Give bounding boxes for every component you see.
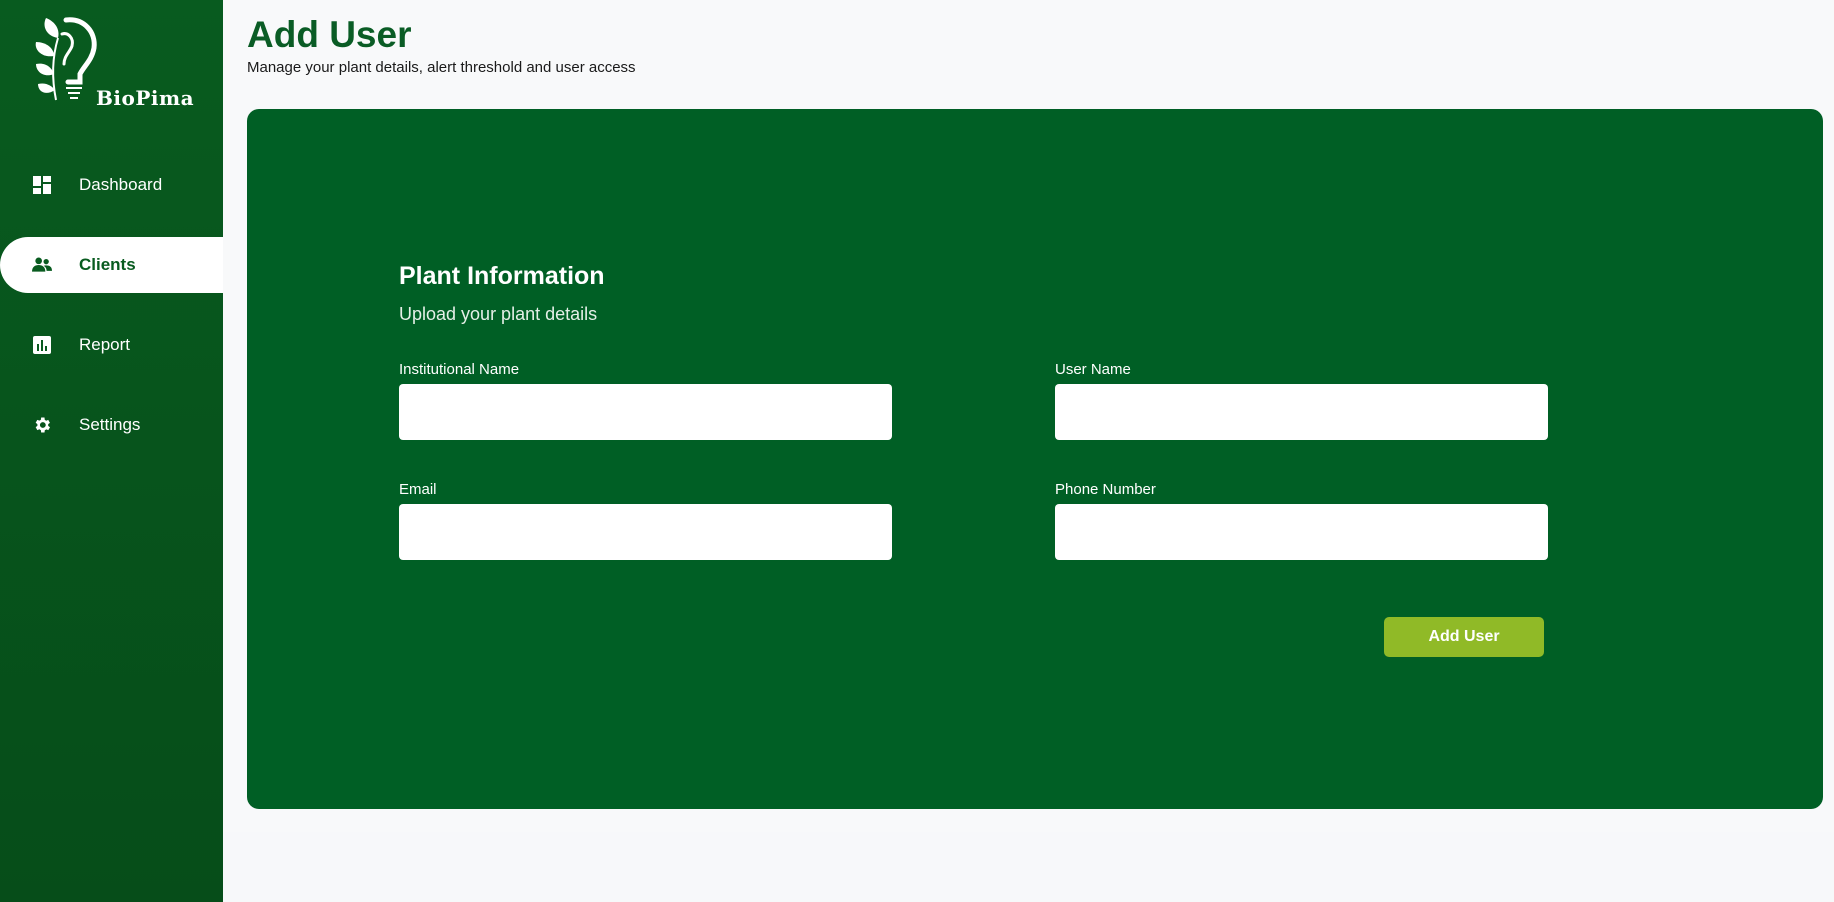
dashboard-icon bbox=[33, 176, 51, 194]
page-title: Add User bbox=[247, 14, 412, 55]
bar-chart-icon bbox=[33, 336, 51, 354]
sidebar-item-clients[interactable]: Clients bbox=[0, 237, 223, 293]
section-subtitle: Upload your plant details bbox=[399, 304, 598, 324]
email-input[interactable] bbox=[399, 504, 892, 560]
sidebar-item-report[interactable]: Report bbox=[0, 317, 223, 373]
page-subtitle: Manage your plant details, alert thresho… bbox=[247, 59, 636, 76]
plant-info-card: Plant Information Upload your plant deta… bbox=[247, 109, 1823, 809]
sidebar-item-settings[interactable]: Settings bbox=[0, 397, 223, 453]
add-user-button[interactable]: Add User bbox=[1384, 617, 1544, 657]
sidebar-item-label: Settings bbox=[79, 415, 141, 434]
brand-logo[interactable]: BioPima bbox=[22, 14, 195, 114]
sidebar-item-label: Clients bbox=[79, 255, 136, 274]
user-name-input[interactable] bbox=[1055, 384, 1548, 440]
sidebar-item-dashboard[interactable]: Dashboard bbox=[0, 157, 223, 213]
email-label: Email bbox=[399, 481, 437, 498]
institutional-name-label: Institutional Name bbox=[399, 361, 520, 378]
lightbulb-leaf-logo-icon bbox=[35, 17, 97, 101]
sidebar: BioPima Dashboard Clients Report Setting… bbox=[0, 0, 223, 902]
institutional-name-input[interactable] bbox=[399, 384, 892, 440]
app-root: BioPima Dashboard Clients Report Setting… bbox=[0, 0, 1834, 902]
gear-icon bbox=[35, 417, 50, 433]
phone-number-label: Phone Number bbox=[1055, 481, 1156, 498]
section-title: Plant Information bbox=[399, 262, 605, 290]
people-icon bbox=[32, 257, 52, 272]
phone-number-input[interactable] bbox=[1055, 504, 1548, 560]
user-name-label: User Name bbox=[1055, 361, 1131, 378]
brand-name: BioPima bbox=[96, 86, 195, 110]
main-background bbox=[223, 832, 1834, 902]
sidebar-item-label: Report bbox=[79, 335, 131, 354]
sidebar-item-label: Dashboard bbox=[79, 175, 163, 194]
